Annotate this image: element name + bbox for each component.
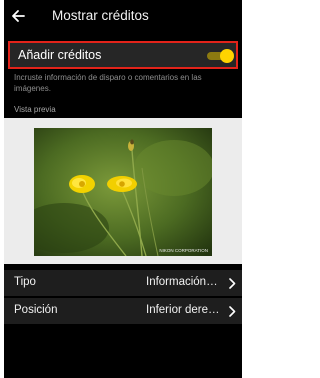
switch-knob — [220, 49, 234, 63]
screen: Mostrar créditos Añadir créditos Incrust… — [4, 0, 242, 378]
preview-image: NIKON CORPORATION — [34, 128, 212, 256]
add-credits-label: Añadir créditos — [18, 48, 102, 62]
credits-description: Incruste información de disparo o coment… — [14, 73, 202, 93]
arrow-left-icon[interactable] — [11, 9, 25, 23]
add-credits-switch[interactable] — [207, 49, 235, 63]
setting-row-posicion[interactable]: Posición Inferior derecha — [4, 298, 242, 324]
flower-1 — [69, 175, 95, 193]
flower-2 — [107, 176, 137, 192]
app-header: Mostrar créditos — [4, 0, 242, 33]
watermark-text: NIKON CORPORATION — [159, 248, 208, 253]
preview-frame: NIKON CORPORATION — [4, 118, 242, 264]
add-credits-toggle-row[interactable]: Añadir créditos — [8, 41, 238, 69]
preview-label: Vista previa — [14, 105, 56, 114]
setting-label-posicion: Posición — [14, 304, 58, 316]
chevron-right-icon — [229, 278, 236, 289]
setting-row-tipo[interactable]: Tipo Información de disparo — [4, 270, 242, 296]
page-title: Mostrar créditos — [52, 8, 149, 23]
chevron-right-icon — [229, 306, 236, 317]
setting-label-tipo: Tipo — [14, 276, 36, 288]
setting-value-tipo: Información de disparo — [146, 276, 220, 288]
setting-value-posicion: Inferior derecha — [146, 304, 220, 316]
